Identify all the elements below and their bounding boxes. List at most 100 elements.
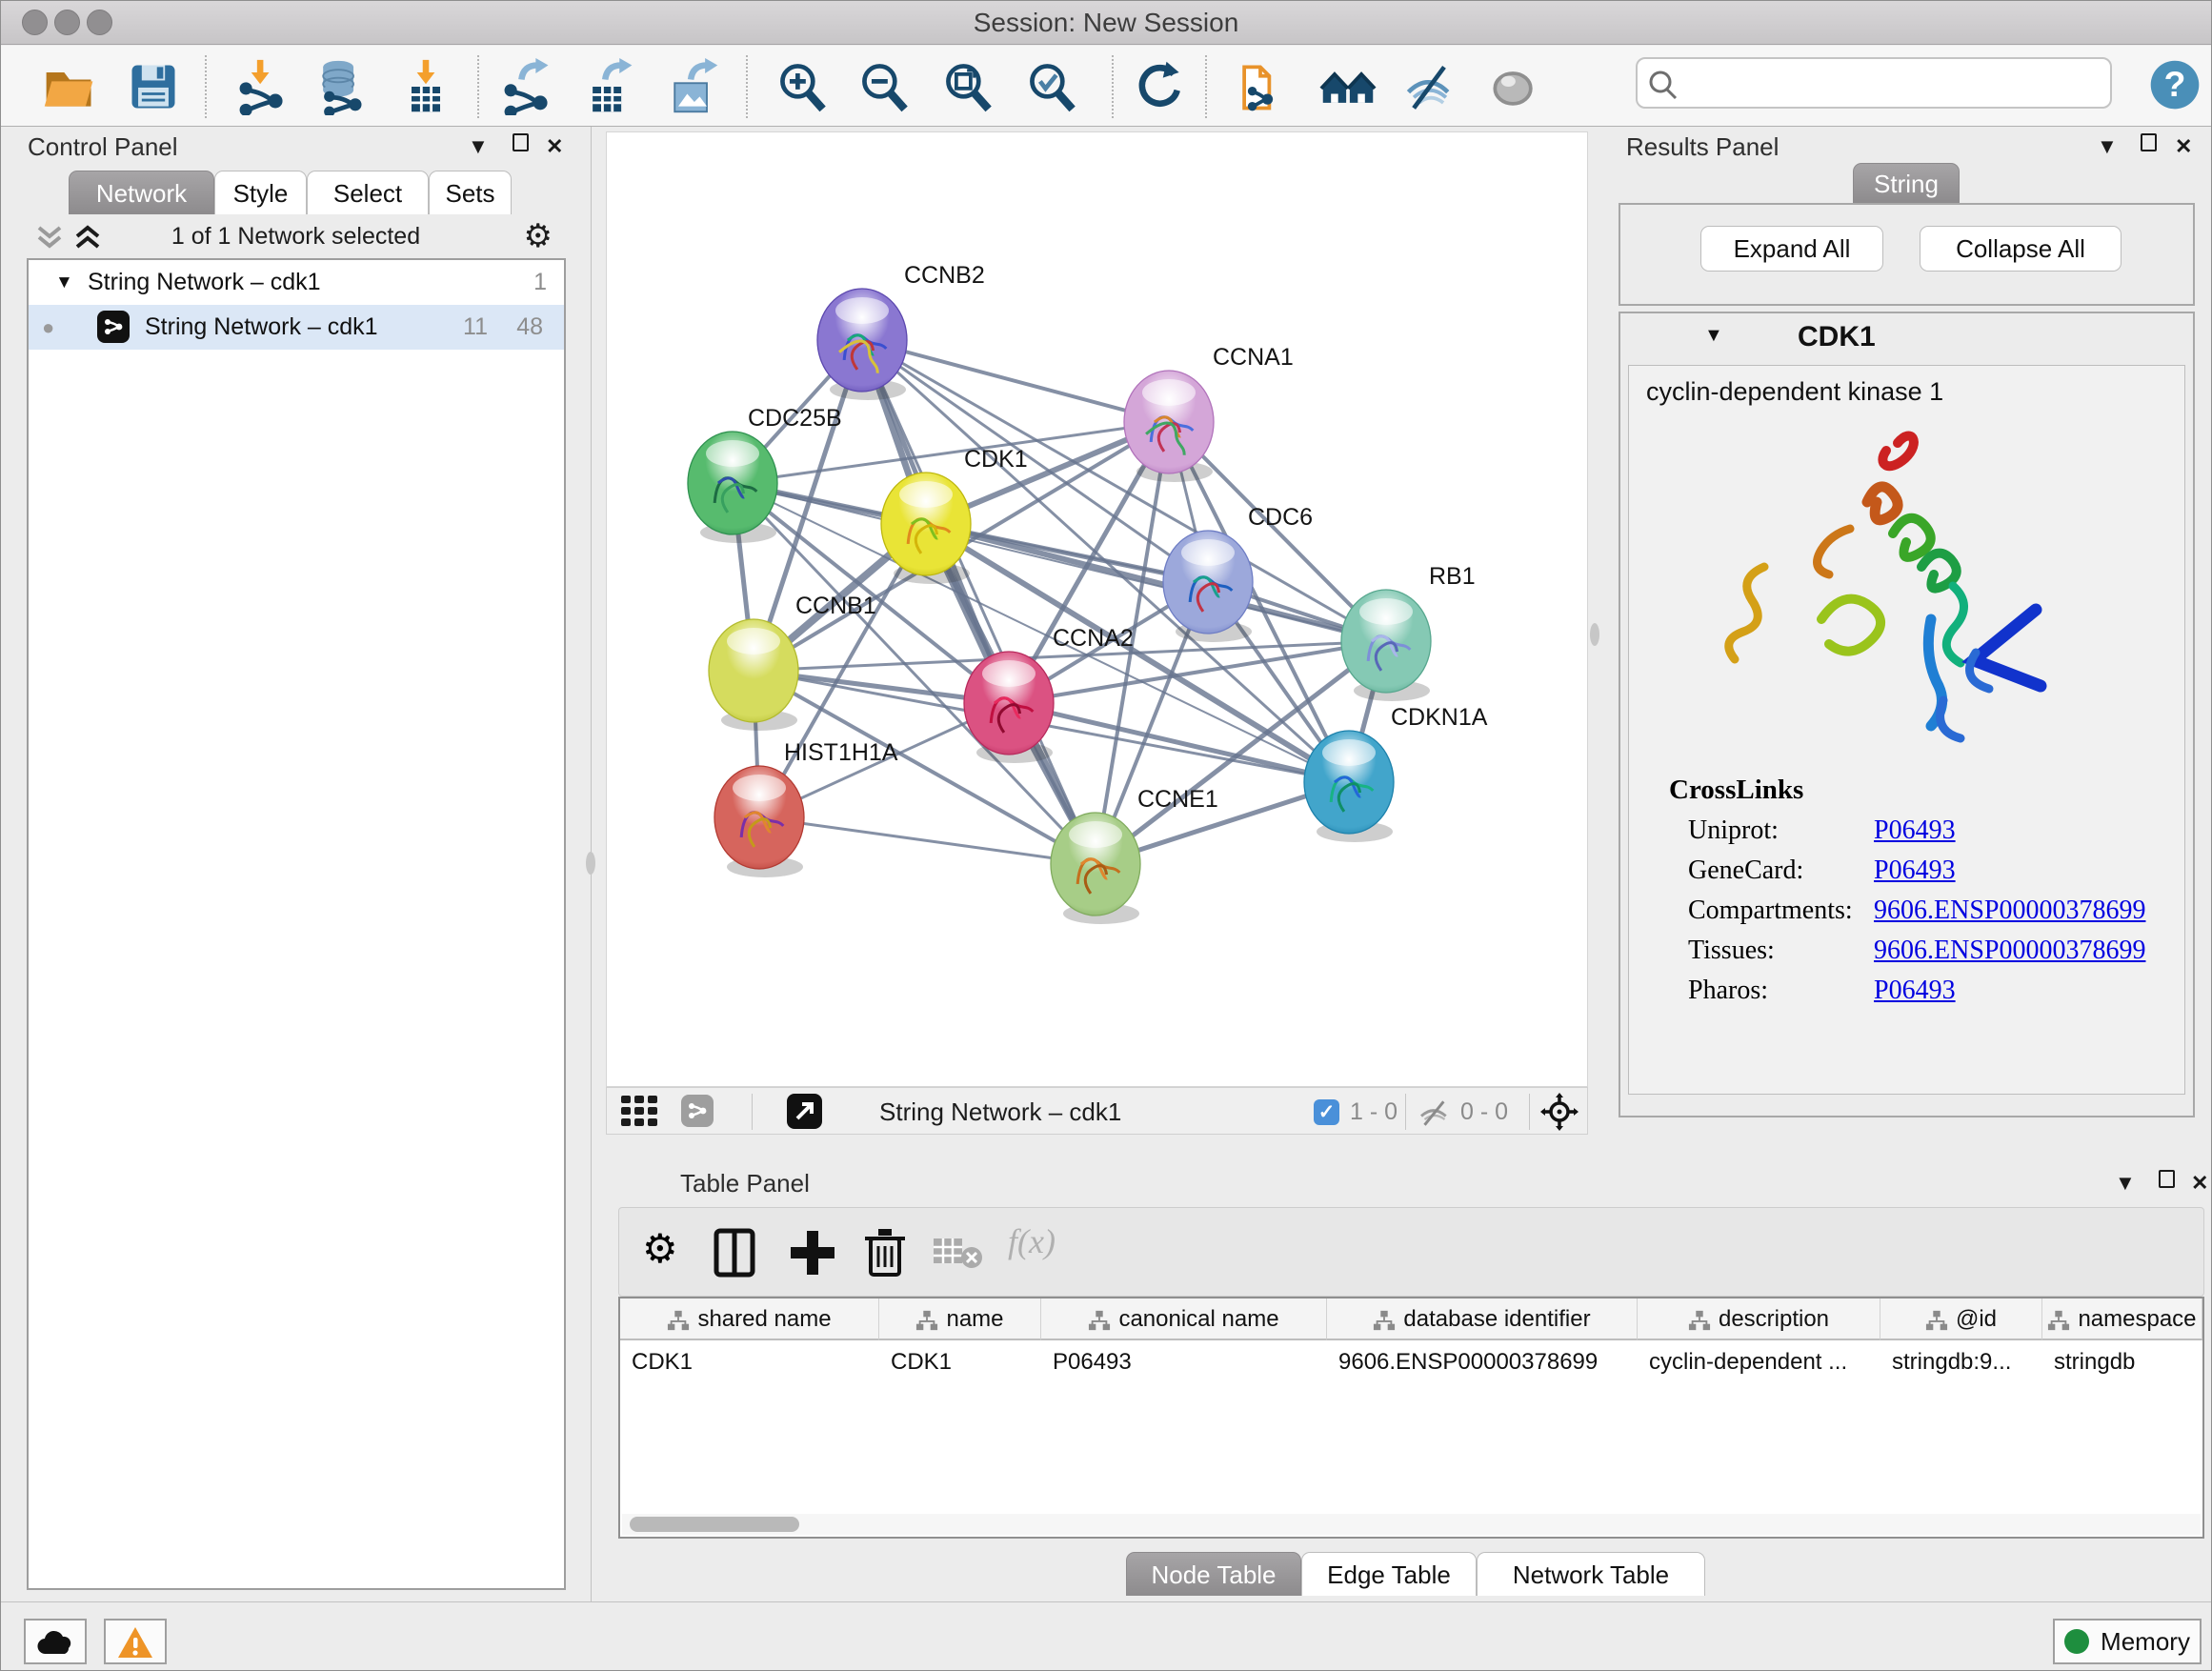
birds-eye-view-icon[interactable]: [1540, 1093, 1579, 1131]
save-session-icon[interactable]: [125, 58, 182, 115]
show-columns-icon[interactable]: [711, 1227, 758, 1278]
table-cell[interactable]: 9606.ENSP00000378699: [1327, 1342, 1638, 1382]
collapse-all-icon[interactable]: [35, 224, 64, 251]
table-panel-close-icon[interactable]: ✕: [2191, 1171, 2208, 1196]
cloud-icon: [34, 1627, 76, 1656]
crosslink-link[interactable]: P06493: [1874, 856, 1956, 885]
zoom-selected-icon[interactable]: [1024, 58, 1081, 115]
create-column-icon[interactable]: [789, 1227, 836, 1278]
grid-view-icon[interactable]: [621, 1096, 661, 1128]
table-cell[interactable]: stringdb:9...: [1880, 1342, 2042, 1382]
crosslink-link[interactable]: P06493: [1874, 815, 1956, 845]
node-CCNB2[interactable]: CCNB2: [817, 262, 985, 400]
control-panel-menu-icon[interactable]: ▼: [468, 134, 489, 159]
network-collection-row[interactable]: ▼ String Network – cdk1 1: [29, 260, 564, 305]
column-header-name[interactable]: name: [879, 1299, 1041, 1340]
export-image-icon[interactable]: [664, 58, 721, 115]
new-network-from-selection-icon[interactable]: [1232, 58, 1289, 115]
network-row[interactable]: ● String Network – cdk1 11 48: [29, 305, 564, 350]
import-network-from-database-icon[interactable]: [312, 58, 369, 115]
control-panel-title: Control Panel: [28, 132, 178, 162]
delete-column-icon[interactable]: [861, 1225, 909, 1278]
node-RB1[interactable]: RB1: [1341, 563, 1476, 701]
tab-sets[interactable]: Sets: [429, 171, 512, 214]
network-view-share-icon[interactable]: [681, 1095, 714, 1127]
tab-edge-table[interactable]: Edge Table: [1301, 1552, 1477, 1596]
expand-all-button[interactable]: Expand All: [1700, 226, 1883, 272]
first-neighbors-icon[interactable]: [1319, 58, 1377, 115]
column-header-namespace[interactable]: namespace: [2042, 1299, 2202, 1340]
memory-button[interactable]: Memory: [2053, 1619, 2202, 1664]
control-panel-close-icon[interactable]: ✕: [546, 134, 563, 159]
protein-collapse-icon[interactable]: ▼: [1704, 325, 1723, 347]
tab-style[interactable]: Style: [214, 171, 307, 214]
collection-expand-icon[interactable]: ▼: [55, 260, 73, 305]
results-panel-menu-icon[interactable]: ▼: [2097, 134, 2118, 159]
table-panel-float-icon[interactable]: [2159, 1169, 2175, 1194]
export-network-icon[interactable]: [498, 58, 555, 115]
collapse-all-button[interactable]: Collapse All: [1920, 226, 2122, 272]
network-view-toolbar: String Network – cdk1 ✓ 1 - 0 0 - 0: [606, 1087, 1588, 1135]
string-network-graph[interactable]: CCNB2CCNA1CDC25BCDK1CDC6RB1CCNB1CCNA2CDK…: [607, 132, 1587, 1086]
column-header-shared-name[interactable]: shared name: [620, 1299, 879, 1340]
import-network-from-file-icon[interactable]: [233, 58, 291, 115]
network-options-gear-icon[interactable]: ⚙: [524, 214, 553, 258]
node-CCNE1[interactable]: CCNE1: [1051, 786, 1218, 924]
hide-selected-icon[interactable]: [1401, 58, 1458, 115]
table-cell[interactable]: CDK1: [620, 1342, 879, 1382]
crosslink-link[interactable]: P06493: [1874, 976, 1956, 1005]
node-label-CDC6: CDC6: [1248, 504, 1313, 531]
edge-HIST1H1A-CCNE1[interactable]: [759, 817, 1096, 864]
show-all-icon[interactable]: [1485, 58, 1542, 115]
import-table-from-file-icon[interactable]: [397, 58, 454, 115]
export-table-icon[interactable]: [580, 58, 637, 115]
warning-icon: [116, 1625, 154, 1660]
table-cell[interactable]: stringdb: [2042, 1342, 2202, 1382]
crosslink-link[interactable]: 9606.ENSP00000378699: [1874, 936, 2145, 965]
tab-network-table[interactable]: Network Table: [1477, 1552, 1705, 1596]
control-panel-float-icon[interactable]: [513, 132, 529, 157]
tab-select[interactable]: Select: [307, 171, 429, 214]
table-cell[interactable]: cyclin-dependent ...: [1638, 1342, 1880, 1382]
node-table[interactable]: shared namenamecanonical namedatabase id…: [618, 1297, 2204, 1539]
table-settings-gear-icon[interactable]: ⚙: [642, 1225, 678, 1272]
crosslink-link[interactable]: 9606.ENSP00000378699: [1874, 896, 2145, 925]
left-splitter-handle[interactable]: [586, 852, 595, 875]
open-in-window-icon[interactable]: [787, 1094, 822, 1129]
expand-all-icon[interactable]: [73, 224, 102, 251]
right-splitter-handle[interactable]: [1590, 623, 1599, 646]
column-header-description[interactable]: description: [1638, 1299, 1880, 1340]
table-panel-menu-icon[interactable]: ▼: [2115, 1171, 2136, 1196]
selected-nodes-checkbox[interactable]: ✓: [1314, 1099, 1339, 1125]
node-label-CCNA2: CCNA2: [1053, 625, 1134, 652]
zoom-fit-icon[interactable]: [940, 58, 997, 115]
results-panel-float-icon[interactable]: [2141, 132, 2157, 157]
node-CCNB1[interactable]: CCNB1: [709, 593, 876, 731]
table-horizontal-scrollbar[interactable]: [622, 1514, 2201, 1535]
tab-string[interactable]: String: [1853, 163, 1960, 203]
tab-network[interactable]: Network: [69, 171, 214, 214]
toolbar-separator: [1112, 55, 1114, 118]
results-panel-close-icon[interactable]: ✕: [2175, 134, 2192, 159]
node-HIST1H1A[interactable]: HIST1H1A: [714, 739, 898, 877]
column-header-canonical-name[interactable]: canonical name: [1041, 1299, 1327, 1340]
network-canvas[interactable]: CCNB2CCNA1CDC25BCDK1CDC6RB1CCNB1CCNA2CDK…: [606, 131, 1588, 1087]
column-header-@id[interactable]: @id: [1880, 1299, 2042, 1340]
cloud-status-button[interactable]: [24, 1619, 87, 1664]
zoom-in-icon[interactable]: [774, 58, 832, 115]
network-selection-status: 1 of 1 Network selected ⚙: [1, 214, 591, 258]
open-session-icon[interactable]: [41, 58, 98, 115]
column-header-database-identifier[interactable]: database identifier: [1327, 1299, 1638, 1340]
node-CDKN1A[interactable]: CDKN1A: [1304, 704, 1488, 842]
warnings-button[interactable]: [104, 1619, 167, 1664]
help-icon[interactable]: ?: [2146, 56, 2203, 113]
table-cell[interactable]: P06493: [1041, 1342, 1327, 1382]
apply-layout-icon[interactable]: [1131, 58, 1188, 115]
search-input[interactable]: [1687, 63, 2097, 103]
scrollbar-thumb[interactable]: [630, 1517, 799, 1532]
edge-CDK1-RB1[interactable]: [926, 524, 1386, 641]
tab-node-table[interactable]: Node Table: [1126, 1552, 1301, 1596]
zoom-out-icon[interactable]: [856, 58, 914, 115]
table-cell[interactable]: CDK1: [879, 1342, 1041, 1382]
edge-CCNA2-CDKN1A[interactable]: [1009, 703, 1349, 782]
